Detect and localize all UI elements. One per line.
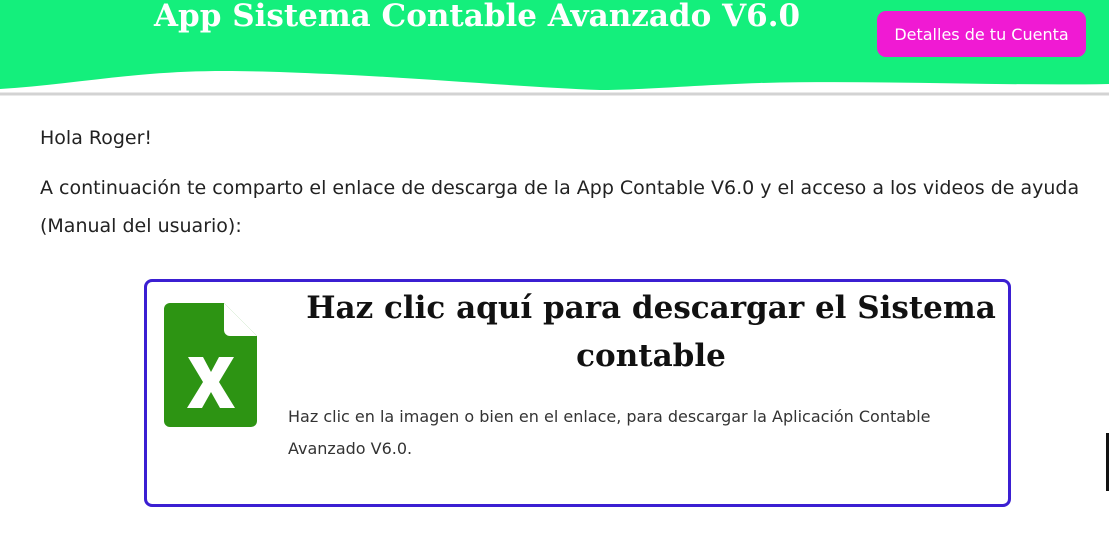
intro-paragraph: A continuación te comparto el enlace de … (40, 177, 1080, 237)
excel-file-icon[interactable] (164, 303, 257, 427)
site-title: App Sistema Contable Avanzado V6.0 (154, 0, 801, 34)
site-header: App Sistema Contable Avanzado V6.0 Detal… (0, 0, 1109, 96)
account-details-button[interactable]: Detalles de tu Cuenta (877, 11, 1086, 57)
download-description: Haz clic en la imagen o bien en el enlac… (288, 407, 931, 458)
download-link-heading[interactable]: Haz clic aquí para descargar el Sistema … (295, 284, 1007, 380)
download-card[interactable]: Haz clic aquí para descargar el Sistema … (144, 279, 1011, 507)
greeting-text: Hola Roger! (40, 127, 153, 149)
